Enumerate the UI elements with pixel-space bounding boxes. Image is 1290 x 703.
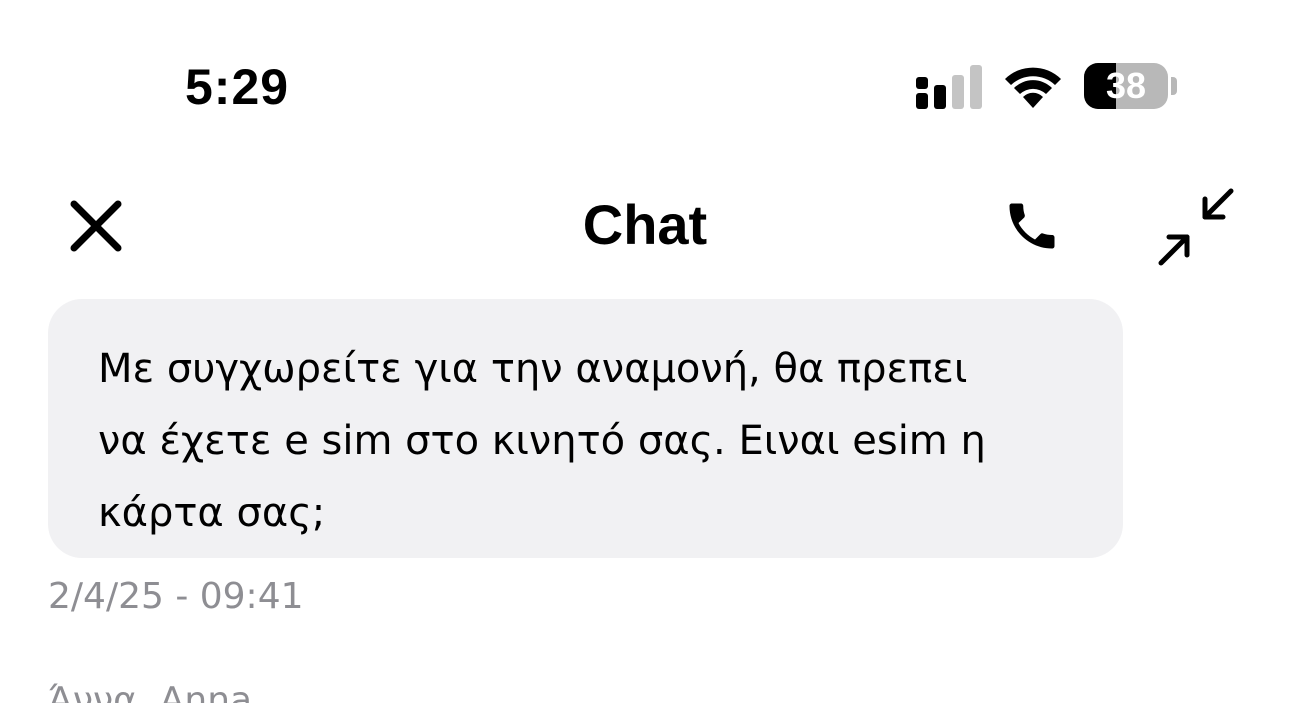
- message-timestamp: 2/4/25 - 09:41: [48, 576, 304, 617]
- battery-percent: 38: [1105, 65, 1147, 106]
- message-text: Με συγχωρείτε για την αναμονή, θα πρεπει…: [98, 346, 986, 536]
- message-bubble: Με συγχωρείτε για την αναμονή, θα πρεπει…: [48, 299, 1123, 558]
- wifi-icon: [1005, 67, 1061, 108]
- chat-screen: 5:29 38 Chat Με συγχωρείτε για την αναμο…: [0, 0, 1290, 703]
- sender-label: Άννα, Anna: [48, 680, 253, 703]
- signal-bar-1: [916, 93, 928, 109]
- signal-bar-4: [970, 65, 982, 109]
- phone-icon: [1009, 203, 1055, 249]
- signal-bar-3: [952, 75, 964, 109]
- signal-icon: [916, 65, 982, 109]
- status-time: 5:29: [185, 59, 290, 115]
- page-title: Chat: [582, 193, 708, 256]
- battery-indicator: 38: [1084, 63, 1178, 109]
- signal-bar-2: [934, 85, 946, 109]
- call-button[interactable]: [996, 190, 1068, 262]
- minimize-button[interactable]: [1150, 182, 1240, 272]
- collapse-arrows-icon: [1158, 188, 1234, 266]
